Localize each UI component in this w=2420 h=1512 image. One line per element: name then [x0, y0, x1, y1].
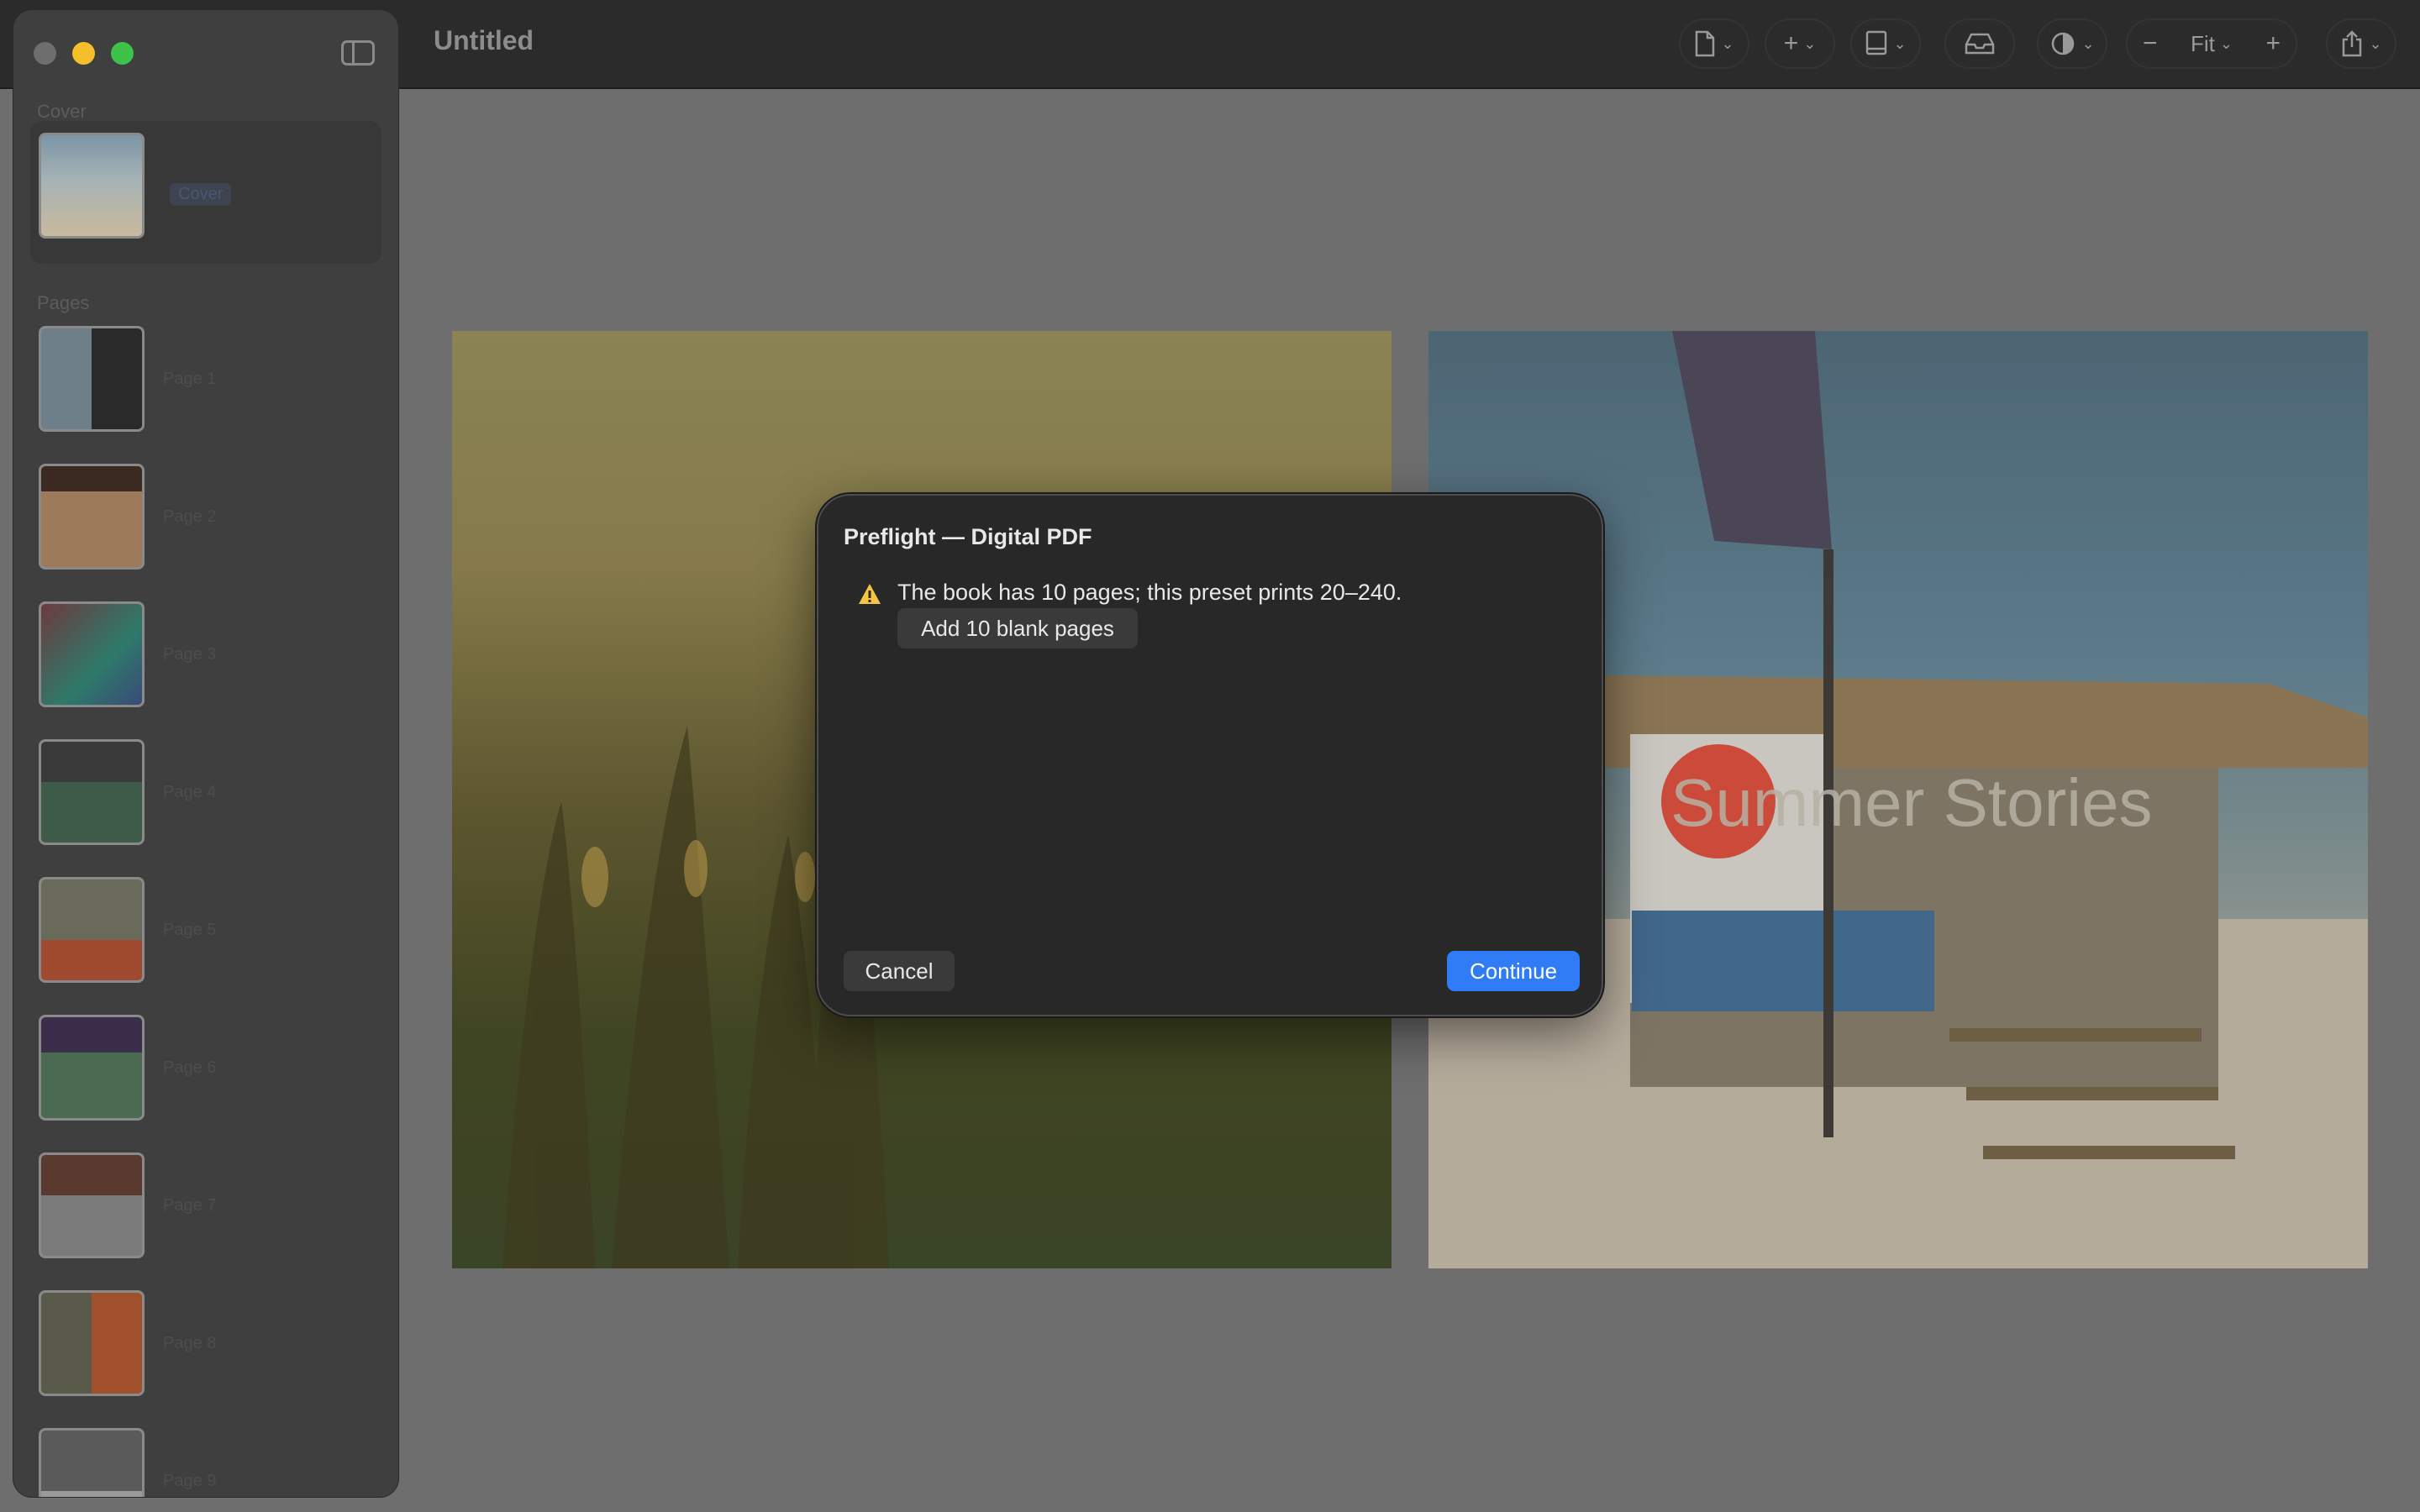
zoom-in-icon[interactable]: + [2265, 29, 2281, 58]
add-menu-button[interactable]: + ⌄ [1765, 18, 1835, 69]
app-window: Untitled ⌄ + ⌄ ⌄ ⌄ − Fit ⌄ + ⌄ Cover Cov… [0, 0, 2420, 1512]
cancel-button[interactable]: Cancel [844, 951, 955, 991]
sidebar-toggle-icon[interactable] [341, 40, 375, 66]
sidebar-item-page-2[interactable]: Page 2 [163, 507, 216, 527]
preflight-dialog: Preflight — Digital PDF The book has 10 … [817, 494, 1603, 1016]
book-menu-button[interactable]: ⌄ [1850, 18, 1921, 69]
sidebar-item-page-7[interactable]: Page 7 [163, 1196, 216, 1215]
sidebar-item-page-3[interactable]: Page 3 [163, 645, 216, 664]
close-window-button[interactable] [34, 42, 56, 65]
sidebar: Cover Cover Pages Page 1 Page 2 Page 3 P… [13, 10, 398, 1497]
page-thumbnail[interactable] [39, 464, 145, 570]
chevron-down-icon: ⌄ [2369, 34, 2382, 52]
add-menu-icon: + [1783, 29, 1799, 57]
share-menu-icon [2343, 30, 2362, 57]
cover-title[interactable]: Summer Stories [1670, 764, 2152, 842]
document-menu-icon [1696, 30, 1715, 57]
warning-message: The book has 10 pages; this preset print… [897, 580, 1402, 605]
page-thumbnail[interactable] [39, 877, 145, 983]
chevron-down-icon: ⌄ [2219, 34, 2233, 52]
page-thumbnail[interactable] [39, 1290, 145, 1396]
cover-item-label: Cover [170, 183, 232, 206]
page-thumbnail[interactable] [39, 326, 145, 432]
zoom-window-button[interactable] [111, 42, 134, 65]
chevron-down-icon: ⌄ [1721, 34, 1734, 52]
sidebar-item-page-4[interactable]: Page 4 [163, 783, 216, 802]
page-thumbnail[interactable] [39, 1428, 145, 1497]
page-thumbnail[interactable] [39, 1152, 145, 1258]
inbox-button[interactable] [1944, 18, 2015, 69]
cover-thumbnail[interactable] [39, 133, 145, 239]
share-menu-button[interactable]: ⌄ [2326, 18, 2396, 69]
warning-icon [859, 584, 881, 604]
chevron-down-icon: ⌄ [2081, 34, 2095, 52]
zoom-control: − Fit ⌄ + [2126, 18, 2297, 69]
minimize-window-button[interactable] [72, 42, 95, 65]
sidebar-item-page-8[interactable]: Page 8 [163, 1334, 216, 1353]
page-thumbnail[interactable] [39, 601, 145, 707]
sidebar-item-page-1[interactable]: Page 1 [163, 370, 216, 389]
page-thumbnail[interactable] [39, 739, 145, 845]
sidebar-item-page-6[interactable]: Page 6 [163, 1058, 216, 1078]
book-menu-icon [1866, 30, 1887, 55]
cover-section-label: Cover [37, 101, 87, 122]
chevron-down-icon: ⌄ [1893, 34, 1907, 52]
appearance-menu-icon [2052, 32, 2075, 55]
pages-section-label: Pages [37, 292, 90, 313]
zoom-value: Fit [2191, 30, 2215, 56]
dialog-title: Preflight — Digital PDF [844, 524, 1092, 549]
document-menu-button[interactable]: ⌄ [1679, 18, 1749, 69]
chevron-down-icon: ⌄ [1803, 34, 1817, 52]
continue-button[interactable]: Continue [1447, 951, 1580, 991]
zoom-select[interactable]: Fit ⌄ [2191, 31, 2233, 57]
add-blank-pages-button[interactable]: Add 10 blank pages [897, 608, 1138, 648]
appearance-menu-button[interactable]: ⌄ [2037, 18, 2107, 69]
sidebar-item-page-5[interactable]: Page 5 [163, 921, 216, 940]
window-title: Untitled [434, 25, 534, 55]
zoom-out-icon[interactable]: − [2143, 29, 2158, 58]
sidebar-item-page-9[interactable]: Page 9 [163, 1472, 216, 1491]
page-thumbnail[interactable] [39, 1015, 145, 1121]
inbox-icon [1965, 33, 1995, 55]
